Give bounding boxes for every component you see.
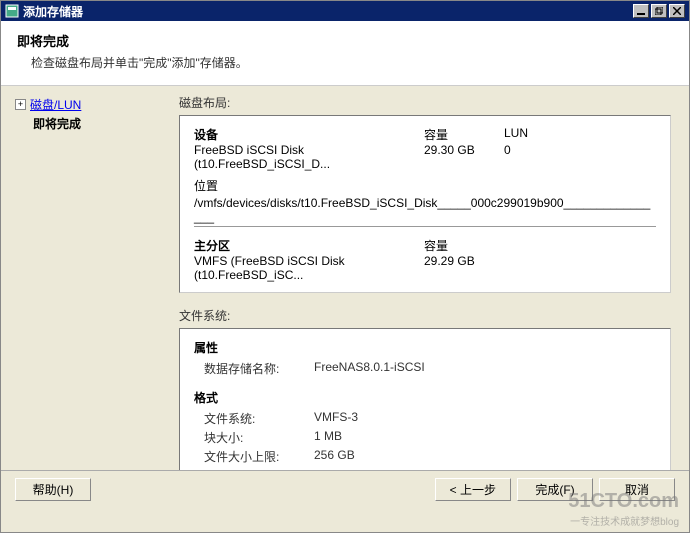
expand-icon[interactable]: + <box>15 99 26 110</box>
maxfile-label: 文件大小上限: <box>194 448 314 465</box>
filesystem-label: 文件系统: <box>179 307 671 324</box>
datastore-label: 数据存储名称: <box>194 360 314 377</box>
disk-layout-panel: 设备 容量 LUN FreeBSD iSCSI Disk (t10.FreeBS… <box>179 115 671 293</box>
fs-label: 文件系统: <box>194 410 314 427</box>
app-icon <box>5 4 19 18</box>
window-title: 添加存储器 <box>23 3 633 20</box>
capacity-header: 容量 <box>424 126 504 143</box>
partition-capacity-header: 容量 <box>424 237 504 254</box>
minimize-button[interactable] <box>633 4 649 18</box>
nav-link-ready: 即将完成 <box>33 115 81 132</box>
disk-layout-label: 磁盘布局: <box>179 94 671 111</box>
block-value: 1 MB <box>314 429 342 446</box>
footer-bar: 帮助(H) < 上一步 完成(F) 取消 <box>1 470 689 508</box>
filesystem-panel: 属性 数据存储名称: FreeNAS8.0.1-iSCSI 格式 文件系统: V… <box>179 328 671 478</box>
page-title: 即将完成 <box>17 31 673 50</box>
device-capacity: 29.30 GB <box>424 143 504 171</box>
partition-name: VMFS (FreeBSD iSCSI Disk (t10.FreeBSD_iS… <box>194 254 424 282</box>
finish-button[interactable]: 完成(F) <box>517 478 593 501</box>
location-label: 位置 <box>194 177 656 194</box>
nav-item-ready[interactable]: 即将完成 <box>33 115 167 132</box>
block-label: 块大小: <box>194 429 314 446</box>
nav-panel: + 磁盘/LUN 即将完成 <box>1 86 177 486</box>
nav-link-disk-lun[interactable]: 磁盘/LUN <box>30 96 81 113</box>
cancel-button[interactable]: 取消 <box>599 478 675 501</box>
nav-item-disk-lun[interactable]: + 磁盘/LUN <box>15 96 167 113</box>
properties-header: 属性 <box>194 339 656 356</box>
maxfile-value: 256 GB <box>314 448 355 465</box>
help-button[interactable]: 帮助(H) <box>15 478 91 501</box>
partition-capacity: 29.29 GB <box>424 254 504 282</box>
device-lun: 0 <box>504 143 656 171</box>
partition-header: 主分区 <box>194 237 424 254</box>
lun-header: LUN <box>504 126 656 143</box>
fs-value: VMFS-3 <box>314 410 358 427</box>
page-subtitle: 检查磁盘布局并单击"完成"添加"存储器。 <box>31 54 673 71</box>
restore-button[interactable] <box>651 4 667 18</box>
wizard-window: 添加存储器 即将完成 检查磁盘布局并单击"完成"添加"存储器。 + 磁盘/LUN… <box>0 0 690 533</box>
format-header: 格式 <box>194 389 656 406</box>
device-header: 设备 <box>194 126 424 143</box>
content-panel: 磁盘布局: 设备 容量 LUN FreeBSD iSCSI Disk (t10.… <box>177 86 689 486</box>
wizard-header: 即将完成 检查磁盘布局并单击"完成"添加"存储器。 <box>1 21 689 86</box>
close-button[interactable] <box>669 4 685 18</box>
back-button[interactable]: < 上一步 <box>435 478 511 501</box>
location-path: /vmfs/devices/disks/t10.FreeBSD_iSCSI_Di… <box>194 196 656 227</box>
titlebar[interactable]: 添加存储器 <box>1 1 689 21</box>
device-name: FreeBSD iSCSI Disk (t10.FreeBSD_iSCSI_D.… <box>194 143 424 171</box>
datastore-value: FreeNAS8.0.1-iSCSI <box>314 360 425 377</box>
main-area: + 磁盘/LUN 即将完成 磁盘布局: 设备 容量 LUN FreeBSD iS… <box>1 86 689 486</box>
